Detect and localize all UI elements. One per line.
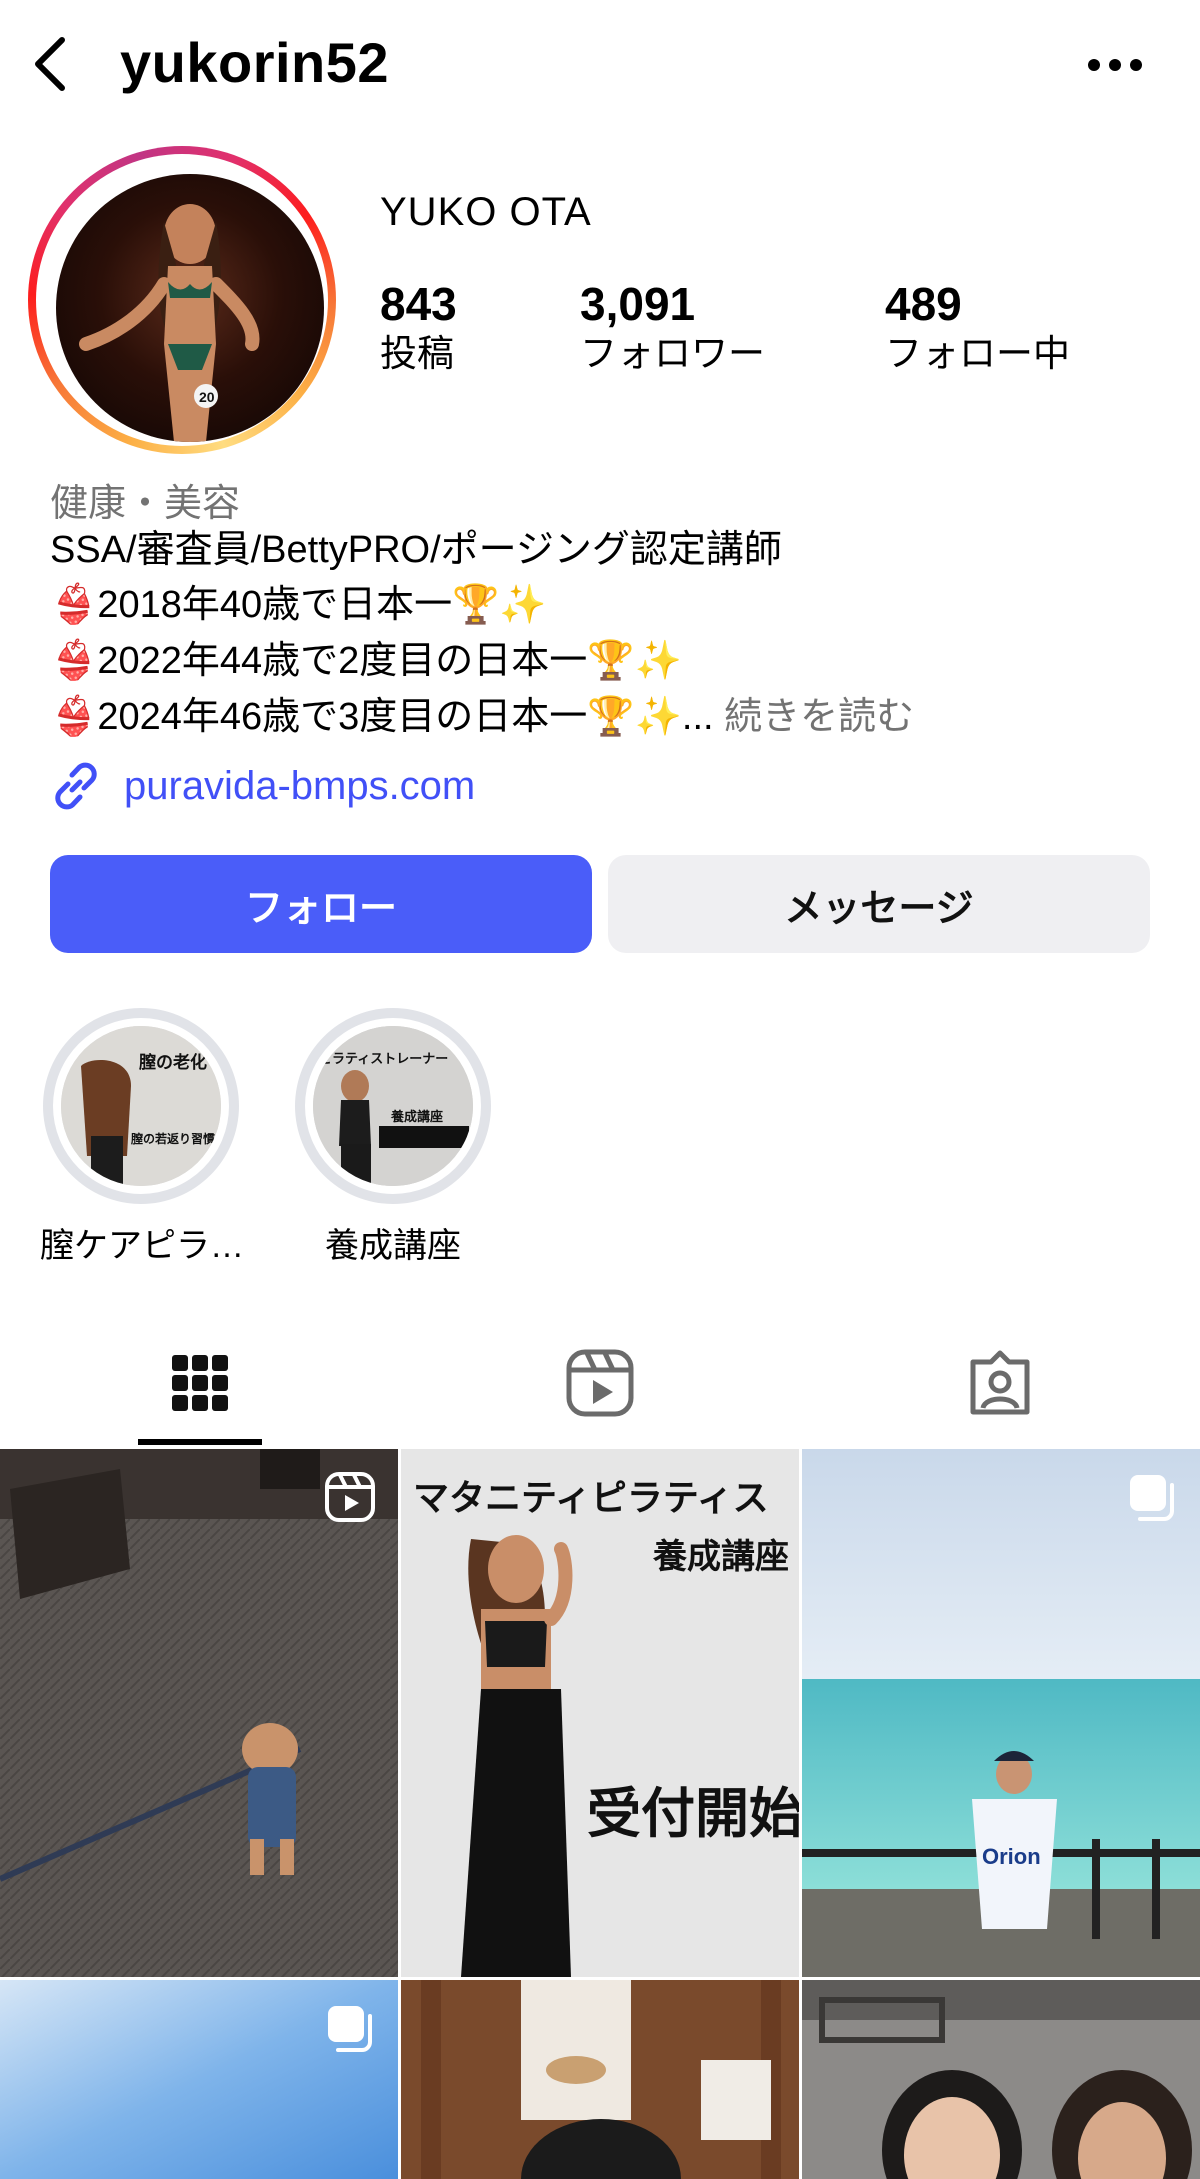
tab-reels[interactable] (400, 1320, 800, 1446)
svg-text:20: 20 (199, 389, 215, 405)
post-image (0, 1449, 398, 1977)
post-image (802, 1980, 1200, 2179)
followers-label: フォロワー (580, 333, 765, 374)
message-button[interactable]: メッセージ (608, 855, 1150, 953)
story-ring[interactable]: 20 (28, 146, 336, 454)
more-options-button[interactable] (1080, 40, 1150, 90)
highlight-label: 膣ケアピラ… (40, 1227, 244, 1265)
post-tile[interactable] (0, 1980, 398, 2179)
carousel-badge-icon (328, 2006, 372, 2052)
post-tile[interactable] (802, 1980, 1200, 2179)
tagged-icon (970, 1350, 1030, 1415)
svg-text:Orion: Orion (982, 1844, 1041, 1869)
highlight-cover-text: 膣の老化 (139, 1053, 207, 1072)
more-horizontal-icon (1088, 59, 1142, 71)
avatar: 20 (56, 174, 324, 442)
bio-line-last: 👙2024年46歳で3度目の日本一🏆✨... 続きを読む (50, 692, 914, 742)
highlight-cover: 膣の老化 膣の若返り習慣 (61, 1026, 221, 1186)
profile-link[interactable]: puravida-bmps.com (48, 758, 475, 814)
link-icon (55, 762, 97, 810)
top-bar: yukorin52 (0, 0, 1200, 130)
back-button[interactable] (20, 34, 80, 94)
post-overlay-text: 養成講座 (653, 1538, 789, 1576)
following-label: フォロー中 (885, 333, 1070, 374)
highlight-cover-text: 養成講座 (391, 1109, 444, 1124)
post-image: Orion (802, 1449, 1200, 1977)
highlight-cover-text: ピラティストレーナー (319, 1051, 449, 1066)
highlight-label: 養成講座 (325, 1227, 461, 1265)
bio-line: 👙2018年40歳で日本一🏆✨ (50, 584, 547, 626)
highlight-cover: ピラティストレーナー 養成講座 (313, 1026, 473, 1186)
stat-posts[interactable]: 843 投稿 (380, 278, 457, 378)
display-name: YUKO OTA (380, 190, 592, 234)
reel-badge-icon (325, 1472, 375, 1522)
following-count: 489 (885, 278, 962, 330)
tab-posts[interactable] (0, 1320, 400, 1446)
post-image (401, 1980, 799, 2179)
stat-followers[interactable]: 3,091 フォロワー (580, 278, 765, 378)
profile-link-text[interactable]: puravida-bmps.com (124, 764, 475, 809)
bio-line-text: 👙2024年46歳で3度目の日本一🏆✨... (50, 696, 714, 738)
highlight-cover-text: 膣の若返り習慣 (131, 1132, 216, 1146)
read-more-link[interactable]: 続きを読む (724, 696, 914, 738)
followers-count: 3,091 (580, 278, 696, 330)
grid-icon (172, 1355, 228, 1411)
post-overlay-text: 受付開始 (587, 1784, 799, 1844)
bio-line: 👙2022年44歳で2度目の日本一🏆✨ (50, 640, 682, 682)
stat-following[interactable]: 489 フォロー中 (885, 278, 1070, 378)
post-tile[interactable] (0, 1449, 398, 1977)
posts-count: 843 (380, 278, 457, 330)
carousel-badge-icon (1130, 1475, 1174, 1521)
post-tile[interactable] (401, 1980, 799, 2179)
post-tile[interactable]: Orion (802, 1449, 1200, 1977)
follow-button[interactable]: フォロー (50, 855, 592, 953)
tab-tagged[interactable] (800, 1320, 1200, 1446)
profile-tabs (0, 1320, 1200, 1446)
profile-category: 健康・美容 (50, 483, 241, 525)
post-overlay-text: マタニティピラティス (413, 1477, 769, 1518)
bio-line: SSA/審査員/BettyPRO/ポージング認定講師 (50, 529, 782, 571)
avatar-figure-image: 20 (79, 204, 260, 442)
active-tab-indicator (138, 1439, 262, 1445)
posts-label: 投稿 (380, 333, 454, 374)
post-tile[interactable]: マタニティピラティス 養成講座 受付開始 (401, 1449, 799, 1977)
chevron-left-icon (35, 37, 65, 91)
reels-icon (566, 1349, 634, 1417)
profile-username: yukorin52 (120, 31, 390, 94)
